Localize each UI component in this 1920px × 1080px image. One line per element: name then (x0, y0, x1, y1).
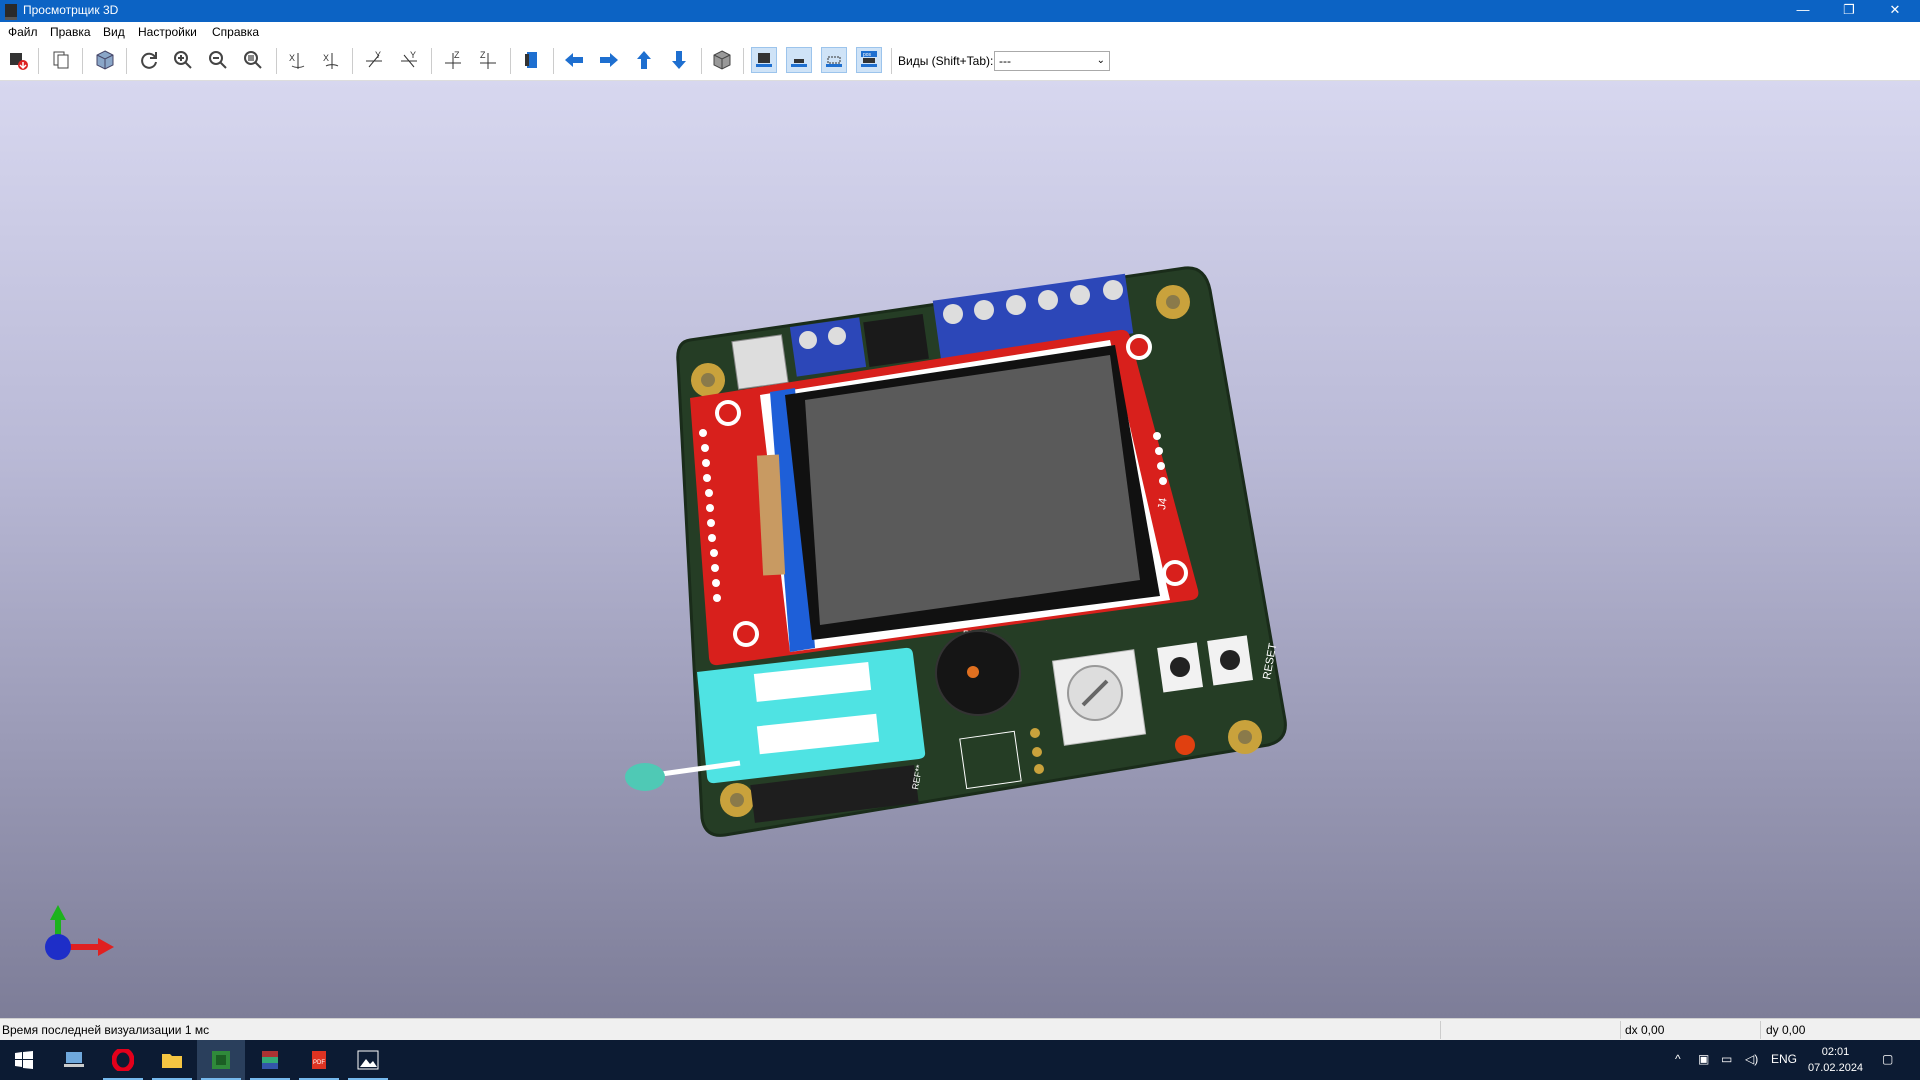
svg-text:Z: Z (454, 50, 460, 60)
close-button[interactable]: ✕ (1872, 0, 1918, 22)
svg-text:pos: pos (863, 52, 872, 58)
views-dropdown[interactable]: --- ⌄ (994, 51, 1110, 71)
start-icon[interactable] (0, 1040, 48, 1080)
zoom-fit-icon[interactable] (240, 47, 266, 73)
photos-icon[interactable] (344, 1040, 392, 1080)
show-smd-icon[interactable] (786, 47, 812, 73)
menu-settings[interactable]: Настройки (138, 25, 197, 39)
rotary-encoder (1051, 649, 1147, 746)
svg-text:PDF: PDF (313, 1060, 325, 1066)
export-icon[interactable] (5, 47, 31, 73)
push-button-1 (1157, 642, 1204, 693)
rotate-x-cw-icon[interactable]: X (284, 47, 310, 73)
status-bar: Время последней визуализации 1 мс dx 0,0… (0, 1018, 1920, 1041)
status-dx: dx 0,00 (1625, 1023, 1665, 1037)
status-dy: dy 0,00 (1766, 1023, 1806, 1037)
zoom-out-icon[interactable] (205, 47, 231, 73)
reload-icon[interactable] (136, 47, 162, 73)
window-title: Просмотрщик 3D (23, 3, 119, 17)
menu-bar: Файл Правка Вид Настройки Справка (0, 22, 1920, 42)
clock-time: 02:01 (1821, 1046, 1850, 1058)
notifications-icon[interactable]: ▢ (1882, 1052, 1893, 1066)
terminal-block-small (789, 317, 867, 377)
views-dropdown-value: --- (999, 54, 1011, 68)
rotate-y-cw-icon[interactable]: Y (361, 47, 387, 73)
system-clock[interactable]: 02:01 07.02.2024 (1808, 1044, 1863, 1076)
views-label: Виды (Shift+Tab): (898, 54, 994, 68)
pdf-reader-icon[interactable]: PDF (295, 1040, 343, 1080)
toolbar: X X Y Y Z Z pos Виды (Shift+Tab): --- ⌄ (0, 42, 1920, 81)
minimize-button[interactable]: — (1780, 0, 1826, 22)
show-not-in-pos-icon[interactable]: pos (856, 47, 882, 73)
chevron-down-icon: ⌄ (1096, 55, 1105, 66)
rotate-z-ccw-icon[interactable]: Z (475, 47, 501, 73)
menu-help[interactable]: Справка (212, 25, 259, 39)
usb-c-connector (731, 334, 789, 390)
pcb-board: J4 REF** REF** (625, 266, 1287, 837)
app-icon (5, 4, 17, 20)
winrar-icon[interactable] (246, 1040, 294, 1080)
led (1175, 735, 1195, 755)
rotate-z-cw-icon[interactable]: Z (440, 47, 466, 73)
status-message: Время последней визуализации 1 мс (2, 1023, 210, 1037)
svg-text:Y: Y (410, 50, 416, 60)
show-virtual-icon[interactable] (821, 47, 847, 73)
push-button-reset (1207, 635, 1254, 686)
svg-text:Z: Z (480, 50, 486, 60)
kicad-icon[interactable] (197, 1040, 245, 1080)
show-tht-icon[interactable] (751, 47, 777, 73)
copy-icon[interactable] (48, 47, 74, 73)
flip-board-icon[interactable] (519, 47, 545, 73)
title-bar: Просмотрщик 3D — ❐ ✕ (0, 0, 1920, 22)
pin-header (863, 314, 929, 367)
language-indicator[interactable]: ENG (1771, 1052, 1797, 1066)
rotate-x-ccw-icon[interactable]: X (318, 47, 344, 73)
volume-icon[interactable]: ◁) (1745, 1052, 1758, 1066)
silk-j4: J4 (1156, 497, 1170, 510)
menu-edit[interactable]: Правка (50, 25, 91, 39)
camera-icon[interactable]: ▣ (1698, 1052, 1709, 1066)
taskbar: PDF ^ ▣ ▭ ◁) ENG 02:01 07.02.2024 ▢ (0, 1040, 1920, 1080)
pan-down-icon[interactable] (666, 47, 692, 73)
clock-date: 07.02.2024 (1808, 1062, 1864, 1074)
restore-button[interactable]: ❐ (1826, 0, 1872, 22)
menu-view[interactable]: Вид (103, 25, 125, 39)
rotate-y-ccw-icon[interactable]: Y (396, 47, 422, 73)
menu-file[interactable]: Файл (8, 25, 38, 39)
svg-text:X: X (323, 53, 329, 63)
tray-chevron-icon[interactable]: ^ (1675, 1052, 1681, 1066)
render-3d-icon[interactable] (92, 47, 118, 73)
pan-up-icon[interactable] (631, 47, 657, 73)
perspective-icon[interactable] (709, 47, 735, 73)
pan-right-icon[interactable] (596, 47, 622, 73)
network-icon[interactable]: ▭ (1721, 1052, 1732, 1066)
axis-gizmo (45, 905, 114, 960)
svg-text:X: X (289, 53, 295, 63)
windows-search-icon[interactable] (50, 1040, 98, 1080)
pcb-3d-render: J4 REF** REF** (45, 266, 1287, 960)
opera-icon[interactable] (99, 1040, 147, 1080)
zoom-in-icon[interactable] (170, 47, 196, 73)
file-explorer-icon[interactable] (148, 1040, 196, 1080)
3d-viewport[interactable]: J4 REF** REF** (0, 81, 1920, 1018)
pan-left-icon[interactable] (561, 47, 587, 73)
